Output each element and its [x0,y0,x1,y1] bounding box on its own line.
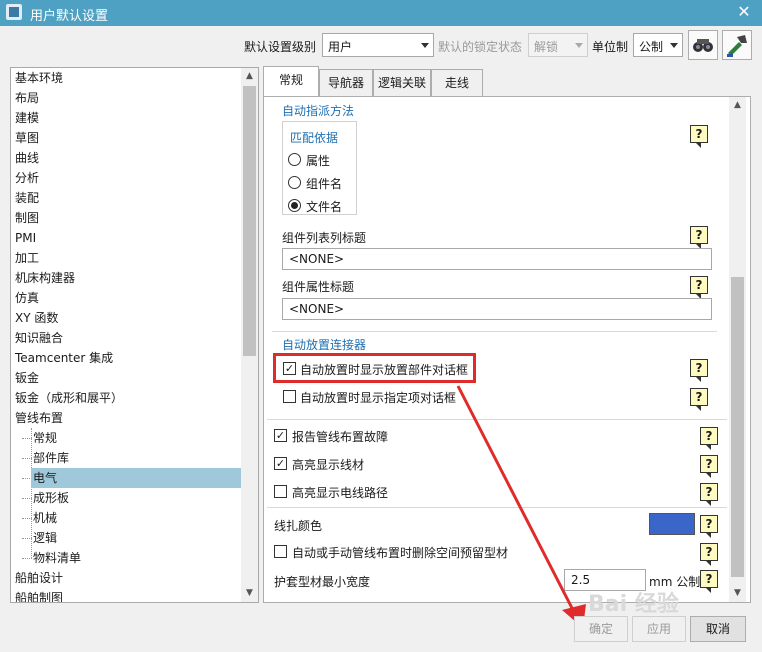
watermark: Bai 经验 [588,592,679,617]
ok-button[interactable]: 确定 [574,616,628,642]
annotation-arrow [456,385,586,628]
cancel-button[interactable]: 取消 [690,616,746,642]
apply-button[interactable]: 应用 [632,616,686,642]
